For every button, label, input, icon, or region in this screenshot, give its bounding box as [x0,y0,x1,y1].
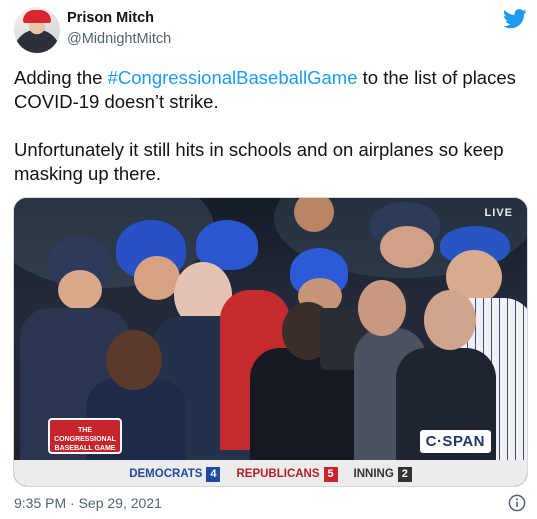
cspan-logo: C·SPAN [419,430,491,453]
scoreboard-bar: DEMOCRATS 4 REPUBLICANS 5 INNING 2 [14,460,527,486]
tweet-paragraph-1: Adding the #CongressionalBaseballGame to… [14,66,524,114]
inning-number: 2 [397,466,412,482]
score-democrats: DEMOCRATS 4 [129,466,221,482]
hashtag-link[interactable]: #CongressionalBaseballGame [108,67,358,88]
tweet-text: Adding the #CongressionalBaseballGame to… [14,66,524,186]
info-icon[interactable] [508,494,526,512]
team-name: DEMOCRATS [129,468,203,480]
tweet-paragraph-2: Unfortunately it still hits in schools a… [14,139,504,184]
team-name: REPUBLICANS [236,468,320,480]
avatar[interactable] [14,7,60,53]
photo-scene: LIVE THE CONGRESSIONAL BASEBALL GAME C·S… [14,198,527,460]
face-shape [380,226,434,268]
face-shape [424,290,476,350]
user-handle[interactable]: @MidnightMitch [67,31,171,47]
live-label: LIVE [484,207,513,219]
tweet-media-image[interactable]: LIVE THE CONGRESSIONAL BASEBALL GAME C·S… [13,197,528,487]
tweet-text-before-hashtag: Adding the [14,67,108,88]
score-inning: INNING 2 [353,466,412,482]
head-shape [106,330,162,390]
display-name[interactable]: Prison Mitch [67,10,154,26]
twitter-bird-icon[interactable] [503,9,527,29]
congressional-baseball-logo: THE CONGRESSIONAL BASEBALL GAME [48,418,122,454]
inning-label: INNING [353,468,394,480]
avatar-hat-shape [23,10,51,23]
tweet-timestamp[interactable]: 9:35 PM · Sep 29, 2021 [14,495,162,511]
team-score: 5 [323,466,338,482]
team-score: 4 [206,466,221,482]
score-republicans: REPUBLICANS 5 [236,466,338,482]
tweet-card: Prison Mitch @MidnightMitch Adding the #… [0,0,537,519]
face-shape [58,270,102,310]
face-shape [358,280,406,336]
